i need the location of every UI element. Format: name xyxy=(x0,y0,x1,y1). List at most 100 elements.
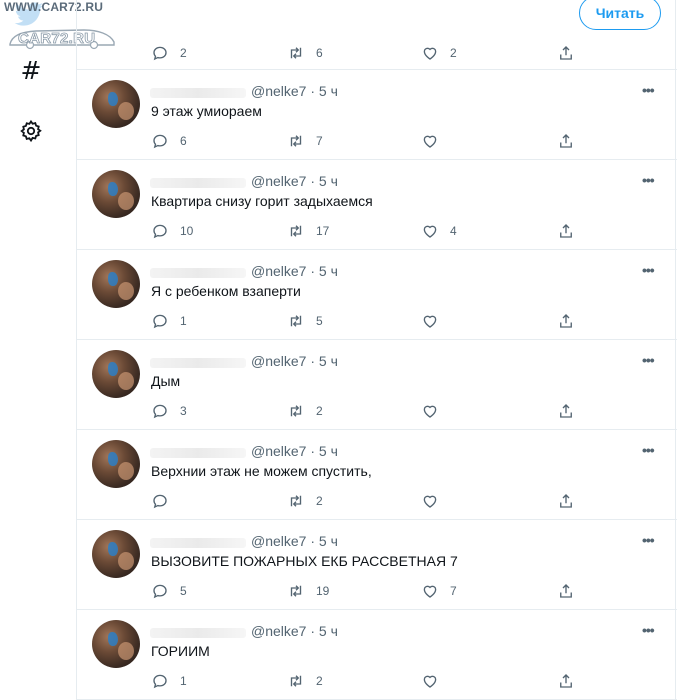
retweet-icon xyxy=(290,405,302,417)
retweet-icon xyxy=(290,135,302,147)
share-button[interactable] xyxy=(557,42,575,64)
tweet[interactable]: @nelke7 · 5 ч ••• Верхнии этаж не можем … xyxy=(77,430,677,520)
tweet-text: Верхнии этаж не можем спустить, xyxy=(151,463,372,479)
reply-icon xyxy=(153,584,167,599)
share-button[interactable] xyxy=(557,580,575,602)
like-button[interactable] xyxy=(421,310,450,332)
tweet[interactable]: @nelke7 · 5 ч ••• ГОРИИМ 1 2 xyxy=(77,610,677,700)
reply-count: 10 xyxy=(180,224,194,238)
share-button[interactable] xyxy=(557,220,575,242)
more-options-icon[interactable]: ••• xyxy=(642,262,655,278)
more-options-icon[interactable]: ••• xyxy=(642,172,655,188)
like-button[interactable] xyxy=(421,490,450,512)
display-name-blurred xyxy=(150,358,246,368)
tweet-text: ГОРИИМ xyxy=(151,643,210,659)
retweet-button[interactable]: 2 xyxy=(287,670,323,692)
share-button[interactable] xyxy=(557,130,575,152)
avatar[interactable] xyxy=(92,620,140,668)
like-button[interactable] xyxy=(421,130,450,152)
user-handle[interactable]: @nelke7 xyxy=(251,533,306,549)
heart-icon xyxy=(423,495,437,508)
like-button[interactable]: 7 xyxy=(421,580,457,602)
share-button[interactable] xyxy=(557,400,575,422)
like-button[interactable]: 4 xyxy=(421,220,457,242)
tweet-meta: @nelke7 · 5 ч xyxy=(251,263,338,279)
share-button[interactable] xyxy=(557,670,575,692)
retweet-button[interactable]: 6 xyxy=(287,42,323,64)
tweet-time[interactable]: 5 ч xyxy=(319,83,338,99)
like-count: 4 xyxy=(450,224,457,238)
app-root: WWW.CAR72.RU CAR72.RU # Читать 2 6 2 @ne… xyxy=(0,0,700,700)
timeline: Читать 2 6 2 @nelke7 · 5 ч ••• 9 этаж ум… xyxy=(76,0,677,700)
heart-icon xyxy=(423,585,437,598)
avatar[interactable] xyxy=(92,170,140,218)
tweet-time[interactable]: 5 ч xyxy=(319,533,338,549)
tweet[interactable]: @nelke7 · 5 ч ••• Квартира снизу горит з… xyxy=(77,160,677,250)
avatar[interactable] xyxy=(92,80,140,128)
tweet-time[interactable]: 5 ч xyxy=(319,173,338,189)
like-button[interactable] xyxy=(421,670,450,692)
retweet-button[interactable]: 2 xyxy=(287,400,323,422)
avatar[interactable] xyxy=(92,350,140,398)
reply-count: 5 xyxy=(180,584,187,598)
share-button[interactable] xyxy=(557,310,575,332)
retweet-button[interactable]: 7 xyxy=(287,130,323,152)
retweet-button[interactable]: 19 xyxy=(287,580,329,602)
reply-button[interactable]: 10 xyxy=(151,220,193,242)
heart-icon xyxy=(423,405,437,418)
tweet-time[interactable]: 5 ч xyxy=(319,623,338,639)
share-button[interactable] xyxy=(557,490,575,512)
retweet-button[interactable]: 17 xyxy=(287,220,329,242)
tweet-time[interactable]: 5 ч xyxy=(319,263,338,279)
user-handle[interactable]: @nelke7 xyxy=(251,623,306,639)
tweet-time[interactable]: 5 ч xyxy=(319,353,338,369)
retweet-count: 2 xyxy=(316,674,323,688)
retweet-count: 2 xyxy=(316,494,323,508)
reply-button[interactable]: 1 xyxy=(151,310,187,332)
user-handle[interactable]: @nelke7 xyxy=(251,173,306,189)
like-button[interactable]: 2 xyxy=(421,42,457,64)
tweet[interactable]: @nelke7 · 5 ч ••• ВЫЗОВИТЕ ПОЖАРНЫХ ЕКБ … xyxy=(77,520,677,610)
reply-button[interactable]: 5 xyxy=(151,580,187,602)
separator-dot: · xyxy=(310,263,319,279)
more-options-icon[interactable]: ••• xyxy=(642,532,655,548)
display-name-blurred xyxy=(150,538,246,548)
more-options-icon[interactable]: ••• xyxy=(642,622,655,638)
hashtag-icon[interactable]: # xyxy=(18,58,44,84)
reply-button[interactable]: 6 xyxy=(151,130,187,152)
tweet-actions: 3 2 xyxy=(151,400,671,422)
tweet-text: Дым xyxy=(151,373,181,389)
reply-button[interactable]: 2 xyxy=(151,42,187,64)
tweet-time[interactable]: 5 ч xyxy=(319,443,338,459)
tweet-actions: 6 7 xyxy=(151,130,671,152)
reply-count: 3 xyxy=(180,404,187,418)
user-handle[interactable]: @nelke7 xyxy=(251,83,306,99)
retweet-button[interactable]: 5 xyxy=(287,310,323,332)
tweet[interactable]: @nelke7 · 5 ч ••• Я с ребенком взаперти … xyxy=(77,250,677,340)
avatar[interactable] xyxy=(92,530,140,578)
avatar[interactable] xyxy=(92,440,140,488)
more-options-icon[interactable]: ••• xyxy=(642,82,655,98)
follow-button[interactable]: Читать xyxy=(579,0,661,30)
tweet[interactable]: @nelke7 · 5 ч ••• 9 этаж умиораем 6 7 xyxy=(77,70,677,160)
like-button[interactable] xyxy=(421,400,450,422)
reply-icon xyxy=(153,314,167,329)
tweet-meta: @nelke7 · 5 ч xyxy=(251,83,338,99)
user-handle[interactable]: @nelke7 xyxy=(251,353,306,369)
user-handle[interactable]: @nelke7 xyxy=(251,443,306,459)
user-handle[interactable]: @nelke7 xyxy=(251,263,306,279)
share-icon xyxy=(560,46,572,60)
more-options-icon[interactable]: ••• xyxy=(642,352,655,368)
reply-button[interactable] xyxy=(151,490,180,512)
reply-button[interactable]: 3 xyxy=(151,400,187,422)
more-options-icon[interactable]: ••• xyxy=(642,442,655,458)
avatar[interactable] xyxy=(92,260,140,308)
display-name-blurred xyxy=(150,448,246,458)
reply-button[interactable]: 1 xyxy=(151,670,187,692)
tweet-actions: 10 17 4 xyxy=(151,220,671,242)
retweet-button[interactable]: 2 xyxy=(287,490,323,512)
settings-icon[interactable] xyxy=(18,118,44,144)
tweet[interactable]: @nelke7 · 5 ч ••• Дым 3 2 xyxy=(77,340,677,430)
like-count: 7 xyxy=(450,584,457,598)
display-name-blurred xyxy=(150,88,246,98)
